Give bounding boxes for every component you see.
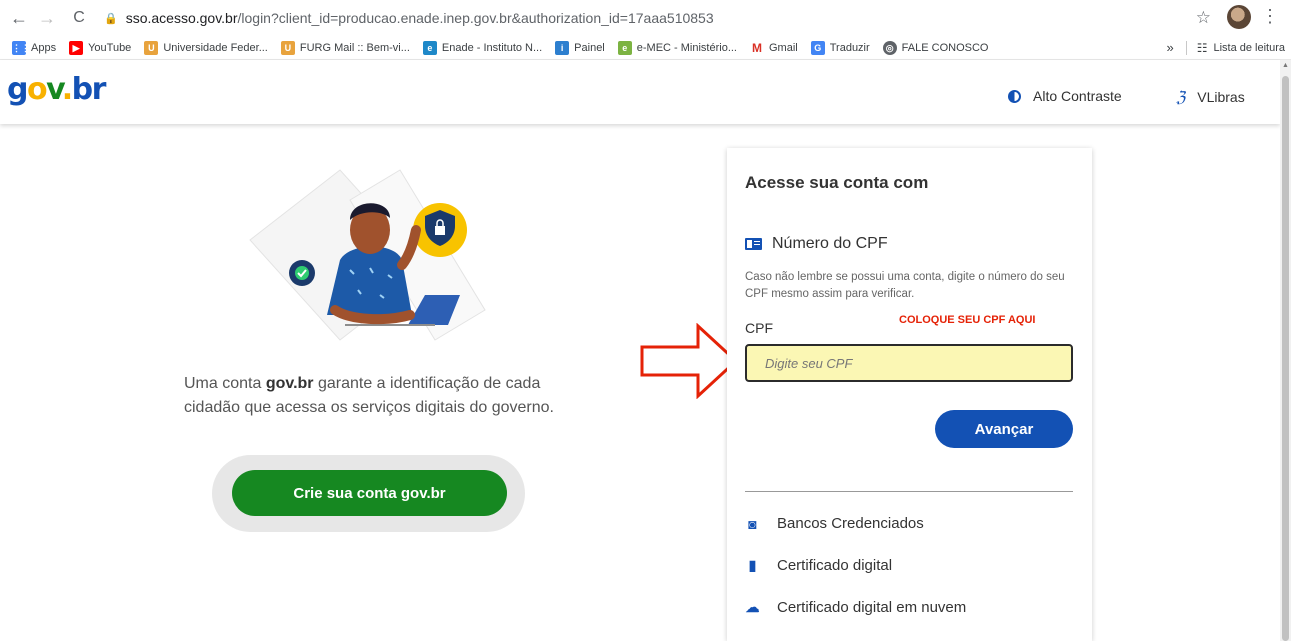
site-header: gov.br Alto Contraste ℨ VLibras (0, 60, 1280, 124)
enade-icon: e (422, 40, 437, 55)
bookmarks-bar: ⋮⋮ Apps ▶ YouTube U Universidade Feder... U… (0, 36, 1291, 60)
emec-icon: e (617, 40, 632, 55)
option-certificado-nuvem[interactable]: ☁ Certificado digital em nuvem (745, 599, 967, 616)
furg-mail-icon: U (280, 40, 295, 55)
option-bancos-credenciados[interactable]: ◙ Bancos Credenciados (745, 515, 924, 532)
globe-icon: ◎ (882, 40, 897, 55)
bookmark-label: e-MEC - Ministério... (636, 41, 737, 54)
bookmark-label: FALE CONOSCO (901, 41, 989, 54)
next-button[interactable]: Avançar (935, 410, 1073, 448)
red-arrow-annotation-icon (640, 323, 739, 399)
cpf-input[interactable] (745, 344, 1073, 382)
bookmark-fale-conosco[interactable]: ◎ FALE CONOSCO (882, 40, 989, 55)
url-host: sso.acesso.gov.br (125, 10, 238, 26)
option-label: Bancos Credenciados (777, 515, 924, 532)
bookmark-emec[interactable]: e e-MEC - Ministério... (617, 40, 737, 55)
create-account-button-wrap: Crie sua conta gov.br (212, 455, 525, 532)
lock-icon: 🔒 (104, 12, 118, 25)
cpf-hint-text: Caso não lembre se possui uma conta, dig… (745, 271, 1065, 300)
url-path: /login?client_id=producao.enade.inep.gov… (237, 10, 714, 26)
translate-icon: G (810, 40, 825, 55)
bookmark-painel[interactable]: i Painel (555, 40, 605, 55)
menu-kebab-icon[interactable]: ⋮ (1261, 6, 1279, 27)
scrollbar-thumb[interactable] (1282, 76, 1289, 641)
reading-list-link[interactable]: Lista de leitura (1213, 42, 1285, 54)
youtube-icon: ▶ (69, 40, 84, 55)
cpf-field-label: CPF (745, 320, 773, 336)
bookmark-label: YouTube (88, 41, 132, 54)
bookmark-apps[interactable]: ⋮⋮ Apps (12, 40, 57, 55)
cpf-heading-label: Número do CPF (772, 235, 888, 252)
contrast-icon (1008, 89, 1021, 103)
cpf-section-heading: Número do CPF (745, 235, 888, 253)
browser-toolbar: ← → C 🔒 sso.acesso.gov.br/login?client_i… (0, 0, 1291, 36)
vlibras-label: VLibras (1197, 89, 1245, 105)
bookmark-gmail[interactable]: M Gmail (750, 40, 798, 55)
forward-arrow-icon[interactable]: → (36, 8, 58, 29)
scroll-up-arrow-icon[interactable]: ▲ (1282, 62, 1289, 69)
card-divider (745, 491, 1073, 492)
inep-icon: i (555, 40, 570, 55)
bookmark-label: Universidade Feder... (163, 41, 268, 54)
reload-icon[interactable]: C (68, 9, 90, 27)
address-bar[interactable]: 🔒 sso.acesso.gov.br/login?client_id=prod… (104, 4, 1254, 32)
bookmark-youtube[interactable]: ▶ YouTube (69, 40, 132, 55)
bookmark-enade[interactable]: e Enade - Instituto N... (422, 40, 543, 55)
bookmark-universidade[interactable]: U Universidade Feder... (144, 40, 268, 55)
bookmark-label: Painel (574, 41, 605, 54)
create-account-button[interactable]: Crie sua conta gov.br (232, 470, 507, 516)
reading-list-icon: ☷ (1196, 40, 1208, 55)
bank-icon: ◙ (748, 515, 757, 532)
option-label: Certificado digital em nuvem (777, 599, 967, 616)
bookmark-star-icon[interactable]: ☆ (1196, 8, 1211, 28)
bookmark-label: Gmail (769, 41, 798, 54)
bookmarks-separator (1185, 40, 1187, 55)
govbr-logo[interactable]: gov.br (7, 72, 106, 107)
cpf-annotation: COLOQUE SEU CPF AQUI (899, 314, 1036, 326)
sign-language-hands-icon: ℨ (1176, 89, 1186, 106)
bookmark-label: Enade - Instituto N... (441, 41, 543, 54)
govbr-intro-text: Uma conta gov.br garante a identificação… (184, 375, 554, 416)
page-scrollbar[interactable]: ▲ (1280, 60, 1291, 641)
gmail-icon: M (750, 40, 764, 55)
id-card-icon (745, 238, 762, 250)
option-certificado-digital[interactable]: ▮ Certificado digital (745, 557, 892, 574)
bookmark-label: Apps (31, 41, 57, 54)
bookmark-label: FURG Mail :: Bem-vi... (299, 41, 410, 54)
option-label: Certificado digital (777, 557, 893, 574)
usb-token-icon: ▮ (748, 557, 757, 573)
bookmark-furg-mail[interactable]: U FURG Mail :: Bem-vi... (280, 40, 410, 55)
bookmark-traduzir[interactable]: G Traduzir (810, 40, 870, 55)
person-with-laptop-illustration (249, 169, 486, 341)
cloud-lock-icon: ☁ (745, 599, 760, 615)
back-arrow-icon[interactable]: ← (8, 8, 30, 29)
vlibras-button[interactable]: ℨ VLibras (1176, 88, 1245, 106)
high-contrast-toggle[interactable]: Alto Contraste (1008, 88, 1122, 104)
login-card-title: Acesse sua conta com (745, 173, 929, 192)
bookmark-label: Traduzir (829, 41, 870, 54)
profile-avatar[interactable] (1227, 5, 1251, 29)
bookmarks-right: » ☷ Lista de leitura (1166, 40, 1285, 55)
apps-grid-icon: ⋮⋮ (12, 40, 30, 55)
more-bookmarks-chevron-icon[interactable]: » (1166, 40, 1173, 55)
furg-icon: U (144, 40, 159, 55)
high-contrast-label: Alto Contraste (1033, 88, 1122, 104)
login-card: Acesse sua conta com Número do CPF Caso … (727, 148, 1092, 641)
